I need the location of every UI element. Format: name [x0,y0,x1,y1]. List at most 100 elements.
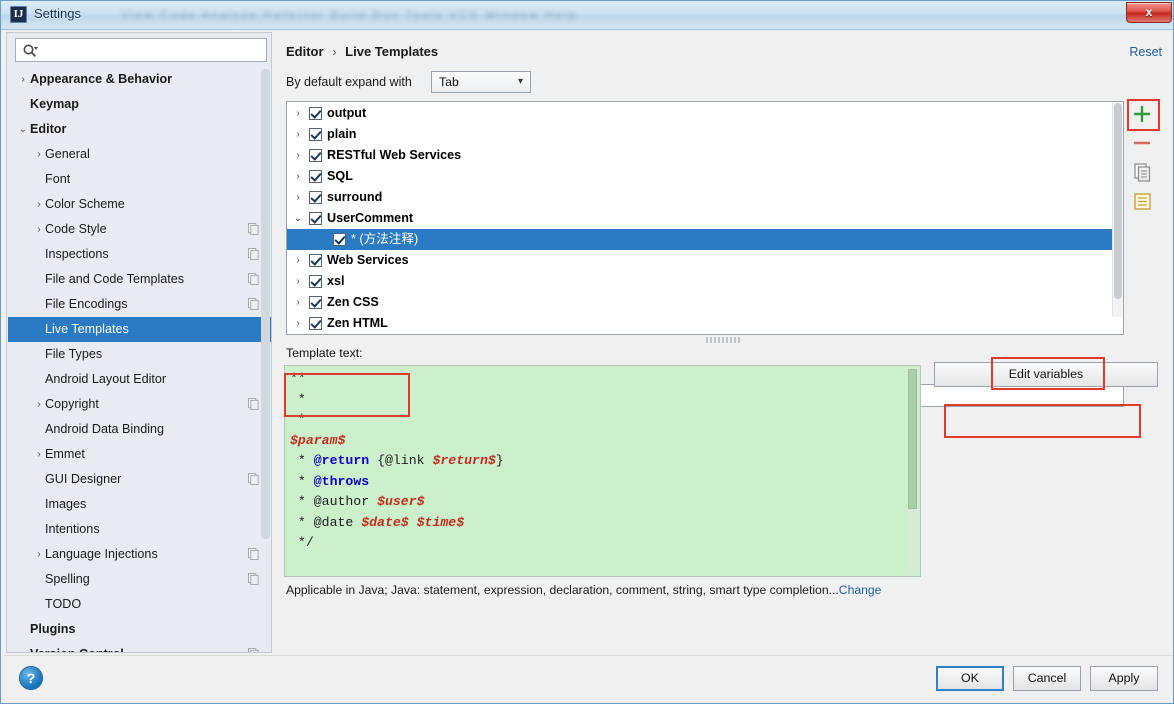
template-checkbox[interactable] [309,212,322,225]
template-label: * (方法注释) [351,232,419,246]
sidebar-item-label: Intentions [45,522,100,536]
chevron-icon[interactable]: › [292,250,304,271]
search-box[interactable] [15,38,267,62]
chevron-icon[interactable]: › [292,187,304,208]
chevron-icon[interactable]: › [292,145,304,166]
template-editor-scrollbar[interactable] [907,367,919,575]
template-tree-scrollbar[interactable] [1112,103,1122,317]
sidebar-item-file-encodings[interactable]: File Encodings [8,292,271,317]
sidebar-item-gui-designer[interactable]: GUI Designer [8,467,271,492]
template-checkbox[interactable] [333,233,346,246]
copy-config-icon [248,248,259,260]
change-context-link[interactable]: Change [839,583,882,597]
sidebar-item-language-injections[interactable]: › Language Injections [8,542,271,567]
chevron-icon[interactable]: › [292,124,304,145]
sidebar-tree[interactable]: › Appearance & Behavior Keymap ⌄ Editor › Gene… [8,67,271,652]
duplicate-template-button[interactable] [1129,159,1155,185]
breadcrumb-current: Live Templates [345,44,439,59]
remove-template-button[interactable] [1129,130,1155,156]
template-row[interactable]: › SQL [287,166,1112,187]
sidebar-item-spelling[interactable]: Spelling [8,567,271,592]
sidebar-item-live-templates[interactable]: Live Templates [8,317,271,342]
chevron-icon[interactable]: › [32,142,46,167]
chevron-icon[interactable]: › [32,192,46,217]
template-groups-tree[interactable]: › output › plain › RESTful Web Services › SQL › s… [286,101,1124,335]
template-checkbox[interactable] [309,275,322,288]
ok-button[interactable]: OK [936,666,1004,691]
template-row[interactable]: › RESTful Web Services [287,145,1112,166]
sidebar-item-keymap[interactable]: Keymap [8,92,271,117]
move-template-button[interactable] [1129,188,1155,214]
chevron-icon[interactable]: › [292,292,304,313]
chevron-icon[interactable]: › [32,542,46,567]
chevron-icon[interactable]: › [32,217,46,242]
sidebar-item-plugins[interactable]: Plugins [8,617,271,642]
template-row[interactable]: › Web Services [287,250,1112,271]
cancel-button[interactable]: Cancel [1013,666,1081,691]
close-button[interactable]: x [1126,2,1172,23]
template-checkbox[interactable] [309,149,322,162]
template-row[interactable]: ⌄ UserComment [287,208,1112,229]
apply-button[interactable]: Apply [1090,666,1158,691]
chevron-icon[interactable]: › [16,642,30,652]
sidebar-item-copyright[interactable]: › Copyright [8,392,271,417]
chevron-icon[interactable]: ⌄ [292,208,304,229]
chevron-icon[interactable]: › [292,166,304,187]
template-text-label: Template text: [286,346,363,360]
sidebar-item-editor[interactable]: ⌄ Editor [8,117,271,142]
template-label: SQL [327,169,353,183]
template-row[interactable]: › plain [287,124,1112,145]
chevron-icon[interactable]: › [292,103,304,124]
sidebar-item-inspections[interactable]: Inspections [8,242,271,267]
template-row[interactable]: › Zen HTML [287,313,1112,334]
chevron-icon[interactable]: › [32,442,46,467]
template-checkbox[interactable] [309,296,322,309]
template-row[interactable]: › output [287,103,1112,124]
template-row[interactable]: › Zen CSS [287,292,1112,313]
template-checkbox[interactable] [309,317,322,330]
template-checkbox[interactable] [309,254,322,267]
chevron-icon[interactable]: › [32,392,46,417]
splitter-grip[interactable] [706,337,740,343]
chevron-icon[interactable]: › [16,67,30,92]
sidebar-item-todo[interactable]: TODO [8,592,271,617]
sidebar-item-color-scheme[interactable]: › Color Scheme [8,192,271,217]
template-checkbox[interactable] [309,191,322,204]
search-icon [23,44,38,58]
sidebar-item-emmet[interactable]: › Emmet [8,442,271,467]
help-button[interactable]: ? [20,667,42,689]
sidebar-item-general[interactable]: › General [8,142,271,167]
template-text-editor[interactable]: ** * * $param$ * @return {@link $return$… [284,365,921,577]
sidebar-item-label: File Types [45,347,103,361]
default-expand-label: By default expand with [286,75,412,89]
sidebar-item-label: Language Injections [45,547,158,561]
sidebar-item-code-style[interactable]: › Code Style [8,217,271,242]
sidebar-item-android-layout-editor[interactable]: Android Layout Editor [8,367,271,392]
sidebar-item-version-control[interactable]: ›Version Control [8,642,271,652]
template-row[interactable]: › xsl [287,271,1112,292]
chevron-icon[interactable]: ⌄ [16,117,30,142]
sidebar-item-android-data-binding[interactable]: Android Data Binding [8,417,271,442]
template-checkbox[interactable] [309,107,322,120]
template-checkbox[interactable] [309,128,322,141]
sidebar-item-label: Plugins [30,622,76,636]
template-row[interactable]: › surround [287,187,1112,208]
chevron-icon[interactable]: › [292,271,304,292]
sidebar-item-file-and-code-templates[interactable]: File and Code Templates [8,267,271,292]
default-expand-combobox[interactable]: Tab ▾ [431,71,531,93]
search-input[interactable] [42,41,262,60]
chevron-icon[interactable]: › [292,313,304,334]
add-template-button[interactable] [1129,101,1155,127]
sidebar-item-appearance-behavior[interactable]: › Appearance & Behavior [8,67,271,92]
sidebar-item-label: Copyright [45,397,99,411]
template-row-selected[interactable]: * (方法注释) [287,229,1112,250]
reset-link[interactable]: Reset [1129,45,1162,59]
sidebar-item-intentions[interactable]: Intentions [8,517,271,542]
sidebar-item-font[interactable]: Font [8,167,271,192]
breadcrumb-parent[interactable]: Editor [286,44,324,59]
sidebar-item-file-types[interactable]: File Types [8,342,271,367]
template-checkbox[interactable] [309,170,322,183]
edit-variables-button[interactable]: Edit variables [934,362,1158,387]
sidebar-scrollbar[interactable] [261,69,270,539]
sidebar-item-images[interactable]: Images [8,492,271,517]
